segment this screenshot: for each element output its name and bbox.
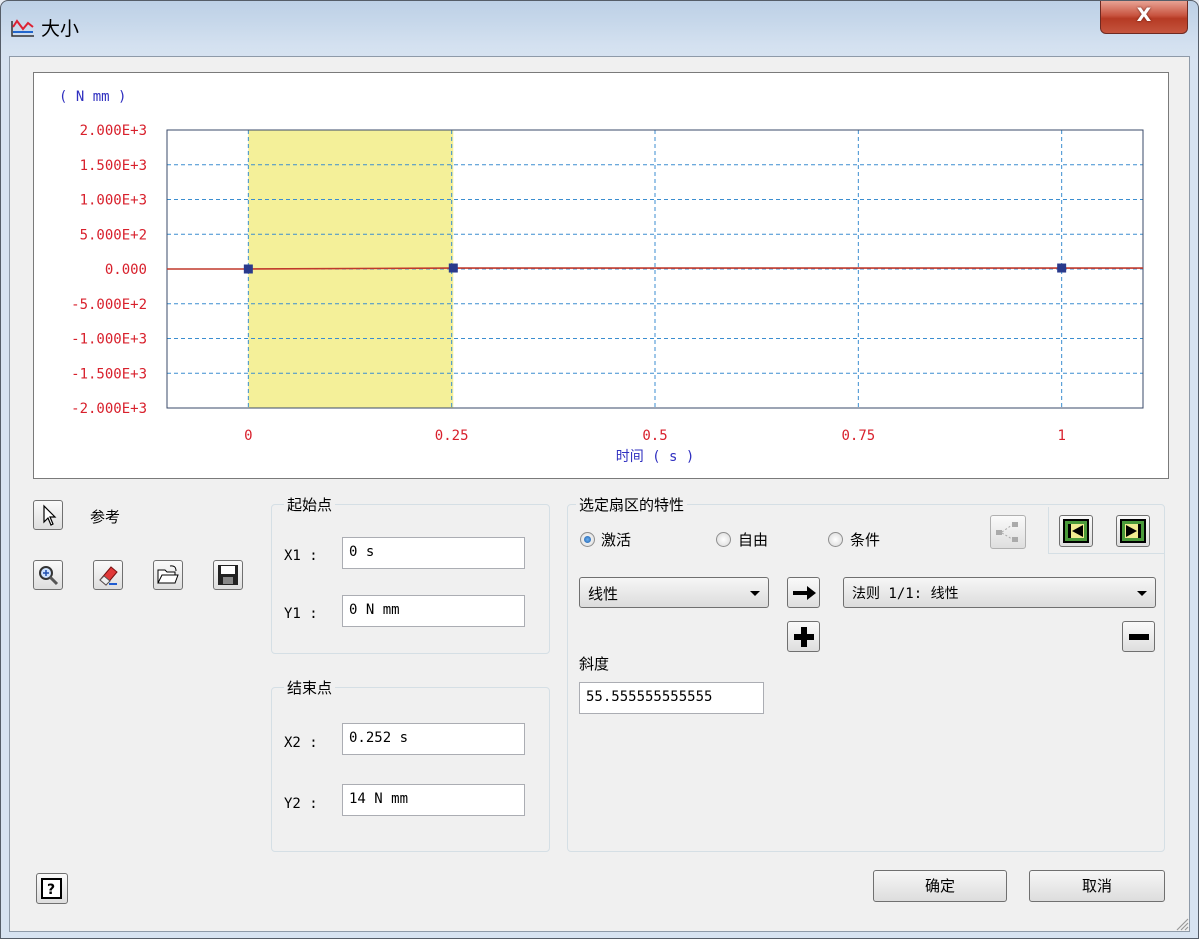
x1-label: X1 :	[284, 548, 318, 564]
y1-label: Y1 :	[284, 606, 318, 622]
slope-label: 斜度	[579, 655, 610, 673]
y-unit-label: ( N mm )	[59, 89, 126, 105]
dialog-client-area: 2.000E+3 1.500E+3 1.000E+3 5.000E+2 0.000 -5.…	[9, 56, 1190, 932]
magnifier-icon	[39, 566, 59, 586]
y-tick-label: 0.000	[105, 262, 147, 278]
rule-value: 法则 1/1: 线性	[852, 586, 959, 602]
y-tick-label: -2.000E+3	[71, 401, 147, 417]
curve-app-icon	[11, 19, 34, 37]
radio-free[interactable]	[716, 532, 731, 547]
minus-icon	[1129, 634, 1149, 640]
radio-condition-label: 条件	[850, 531, 881, 549]
y1-field[interactable]: 0 N mm	[342, 595, 525, 627]
svg-text:?: ?	[47, 882, 55, 898]
remove-rule-button[interactable]	[1122, 621, 1155, 652]
zoom-button[interactable]	[33, 560, 63, 590]
radio-active[interactable]	[580, 532, 595, 547]
law-type-value: 线性	[588, 585, 619, 603]
x2-field[interactable]: 0.252 s	[342, 723, 525, 755]
law-chart[interactable]: 2.000E+3 1.500E+3 1.000E+3 5.000E+2 0.000 -5.…	[33, 72, 1169, 479]
reference-label: 参考	[90, 508, 121, 526]
next-sector-icon	[1120, 519, 1146, 543]
y-tick-label: -1.000E+3	[71, 332, 147, 348]
help-icon: ?	[41, 878, 62, 899]
split-sector-button[interactable]	[990, 515, 1026, 549]
chart-svg: 2.000E+3 1.500E+3 1.000E+3 5.000E+2 0.000 -5.…	[59, 89, 1144, 465]
slope-field[interactable]: 55.555555555555	[579, 682, 764, 714]
y2-field[interactable]: 14 N mm	[342, 784, 525, 816]
curve-node-point[interactable]	[243, 264, 253, 274]
x-tick-label: 0	[244, 428, 252, 444]
window-title: 大小	[41, 18, 80, 40]
open-button[interactable]	[153, 560, 183, 590]
erase-button[interactable]	[93, 560, 123, 590]
open-folder-icon	[157, 565, 179, 584]
sector-properties-group: 选定扇区的特性 激活 自由 条件 线性 法则 1/1: 线性 斜度 55.555…	[567, 494, 1165, 852]
save-button[interactable]	[213, 560, 243, 590]
start-point-title: 起始点	[284, 494, 336, 515]
plus-icon	[794, 627, 814, 647]
x-tick-label: 0.25	[435, 428, 469, 444]
radio-active-label: 激活	[601, 531, 632, 549]
law-type-combo[interactable]: 线性	[579, 577, 769, 608]
floppy-disk-icon	[218, 565, 238, 585]
help-button[interactable]: ?	[36, 873, 68, 904]
next-sector-button[interactable]	[1116, 515, 1150, 547]
y-tick-label: 1.000E+3	[80, 193, 147, 209]
chevron-down-icon	[1137, 591, 1147, 596]
x-tick-label: 1	[1057, 428, 1065, 444]
x-axis-label: 时间 ( s )	[616, 449, 695, 465]
ok-button[interactable]: 确定	[873, 870, 1007, 902]
curve-node-point[interactable]	[1057, 263, 1067, 273]
rule-combo[interactable]: 法则 1/1: 线性	[843, 577, 1156, 608]
previous-sector-icon	[1063, 519, 1089, 543]
radio-condition[interactable]	[828, 532, 843, 547]
close-icon: X	[1136, 4, 1152, 26]
cursor-arrow-icon	[43, 504, 57, 526]
resize-grip-icon[interactable]	[1173, 915, 1189, 931]
end-point-title: 结束点	[284, 677, 336, 698]
curve-node-point[interactable]	[448, 263, 458, 273]
y2-label: Y2 :	[284, 796, 318, 812]
y-tick-label: -5.000E+2	[71, 297, 147, 313]
eraser-icon	[99, 566, 118, 586]
split-nodes-icon	[996, 522, 1018, 542]
radio-free-label: 自由	[738, 531, 769, 549]
x1-field[interactable]: 0 s	[342, 537, 525, 569]
dialog-window: 大小 X 2.000E+3 1.500E+3 1.000E+3 5.000E+2 0.0…	[0, 0, 1199, 939]
add-rule-button[interactable]	[787, 621, 820, 652]
y-tick-label: 5.000E+2	[80, 227, 147, 243]
close-button[interactable]: X	[1100, 1, 1188, 34]
previous-sector-button[interactable]	[1059, 515, 1093, 547]
sector-properties-title: 选定扇区的特性	[576, 494, 688, 515]
start-point-group: 起始点 X1 : 0 s Y1 : 0 N mm	[271, 494, 550, 654]
end-point-group: 结束点 X2 : 0.252 s Y2 : 14 N mm	[271, 677, 550, 852]
y-tick-label: 2.000E+3	[80, 123, 147, 139]
chevron-down-icon	[750, 591, 760, 596]
select-reference-button[interactable]	[33, 500, 63, 530]
y-tick-label: 1.500E+3	[80, 158, 147, 174]
apply-law-button[interactable]	[787, 577, 820, 608]
y-tick-label: -1.500E+3	[71, 366, 147, 382]
x-tick-label: 0.5	[642, 428, 667, 444]
x-tick-label: 0.75	[841, 428, 875, 444]
arrow-right-icon	[793, 586, 816, 600]
x2-label: X2 :	[284, 735, 318, 751]
title-bar[interactable]: 大小 X	[1, 1, 1198, 47]
cancel-button[interactable]: 取消	[1029, 870, 1165, 902]
